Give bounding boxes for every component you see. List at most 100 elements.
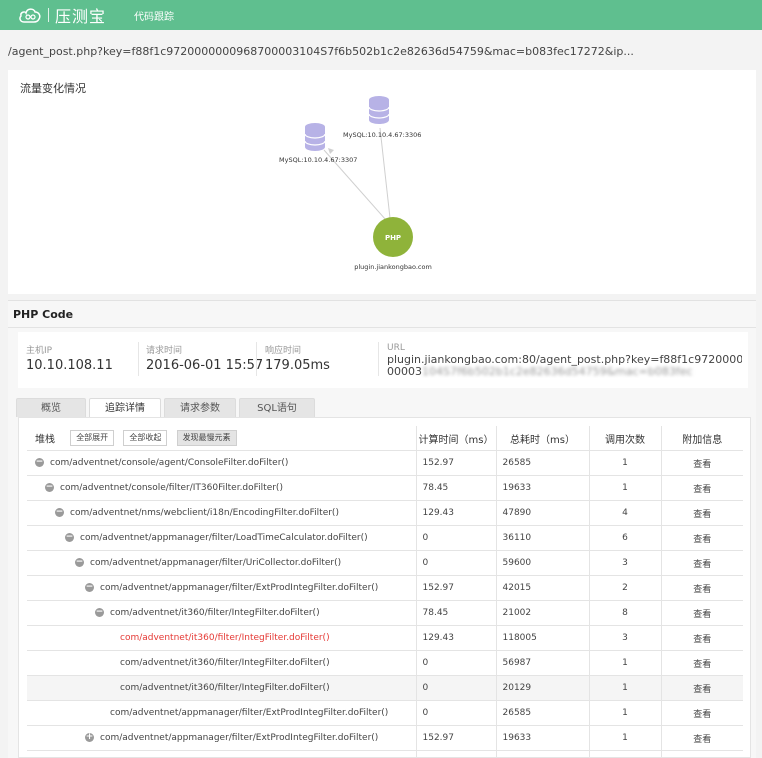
table-row[interactable]: +com/adventnet/appmanager/filter/ExtProd…	[27, 726, 743, 751]
call-count-cell: 3	[589, 626, 661, 651]
call-count-cell: 1	[589, 676, 661, 701]
url-label: URL	[387, 343, 405, 353]
database-icon[interactable]	[369, 96, 389, 124]
view-link[interactable]: 查看	[661, 601, 743, 626]
view-link[interactable]: 查看	[661, 626, 743, 651]
function-name: com/adventnet/nms/webclient/i18n/Encodin…	[70, 508, 339, 518]
view-link[interactable]: 查看	[661, 451, 743, 476]
divider	[378, 342, 379, 376]
view-link[interactable]: 查看	[661, 526, 743, 551]
calc-time-header[interactable]: 计算时间（ms）	[416, 426, 496, 451]
expand-all-button[interactable]: 全部展开	[70, 430, 114, 446]
stack-cell: com/adventnet/appmanager/filter/ExtProdI…	[27, 701, 416, 726]
table-row[interactable]: −com/adventnet/appmanager/filter/UriColl…	[27, 551, 743, 576]
function-name: com/adventnet/it360/filter/IntegFilter.d…	[120, 633, 330, 643]
function-name: com/adventnet/it360/filter/IntegFilter.d…	[110, 608, 320, 618]
call-count-cell: 8	[589, 601, 661, 626]
url-value: plugin.jiankongbao.com:80/agent_post.php…	[387, 354, 742, 378]
view-link[interactable]: 查看	[661, 551, 743, 576]
view-link[interactable]: 查看	[661, 726, 743, 751]
cloud-logo-icon	[18, 6, 42, 24]
collapse-icon[interactable]: −	[65, 533, 74, 542]
collapse-icon[interactable]: −	[35, 458, 44, 467]
view-link[interactable]: 查看	[661, 701, 743, 726]
function-name: com/adventnet/appmanager/filter/UriColle…	[90, 558, 341, 568]
stack-cell: −com/adventnet/it360/filter/IntegFilter.…	[27, 601, 416, 626]
stack-cell: com/adventnet/it360/filter/IntegFilter.d…	[27, 676, 416, 701]
function-name: com/adventnet/appmanager/filter/ExtProdI…	[110, 708, 388, 718]
flow-panel: 流量变化情况 MySQL:10.10.4.67:3306 MySQL:10.10…	[8, 70, 756, 294]
function-name: com/adventnet/console/filter/IT360Filter…	[60, 483, 283, 493]
logo-text: 压测宝	[55, 3, 106, 27]
table-row[interactable]: −com/adventnet/console/filter/IT360Filte…	[27, 476, 743, 501]
response-time-label: 响应时间	[265, 343, 301, 356]
total-time-cell: 56987	[496, 651, 589, 676]
tab-trace-detail[interactable]: 追踪详情	[89, 398, 161, 417]
collapse-icon[interactable]: −	[85, 583, 94, 592]
collapse-icon[interactable]: −	[55, 508, 64, 517]
call-count-header[interactable]: 调用次数	[589, 426, 661, 451]
call-count-cell: 1	[589, 701, 661, 726]
total-time-cell: 21002	[496, 601, 589, 626]
table-row[interactable]: −com/adventnet/nms/webclient/i18n/Encodi…	[27, 501, 743, 526]
call-count-cell: 3	[589, 551, 661, 576]
table-row[interactable]: com/adventnet/appmanager/filter/ExtProdI…	[27, 701, 743, 726]
call-count-cell: 1	[589, 451, 661, 476]
table-header-row: 堆栈 全部展开 全部收起 发现最慢元素 计算时间（ms） 总耗时（ms） 调用次…	[27, 426, 743, 451]
stack-cell: com/adventnet/it360/filter/IntegFilter.d…	[27, 651, 416, 676]
total-time-cell: 42015	[496, 576, 589, 601]
view-link[interactable]: 查看	[661, 676, 743, 701]
total-time-cell: 19633	[496, 726, 589, 751]
collapse-all-button[interactable]: 全部收起	[123, 430, 167, 446]
expand-icon[interactable]: +	[85, 733, 94, 742]
collapse-icon[interactable]: −	[95, 608, 104, 617]
find-slowest-button[interactable]: 发现最慢元素	[177, 430, 237, 446]
table-row[interactable]: −com/adventnet/it360/filter/IntegFilter.…	[27, 601, 743, 626]
table-row[interactable]: com/adventnet/it360/filter/IntegFilter.d…	[27, 651, 743, 676]
stack-header: 堆栈 全部展开 全部收起 发现最慢元素	[27, 426, 416, 451]
table-row[interactable]: com/adventnet/it360/filter/IntegFilter.d…	[27, 676, 743, 701]
call-count-cell: 2	[589, 576, 661, 601]
table-row[interactable]: −com/adventnet/console/agent/ConsoleFilt…	[27, 451, 743, 476]
stack-cell: −com/adventnet/appmanager/filter/ExtProd…	[27, 576, 416, 601]
url-line-prefix: 00003	[387, 365, 422, 378]
database-icon[interactable]	[305, 123, 325, 151]
view-link[interactable]: 查看	[661, 476, 743, 501]
stack-header-label: 堆栈	[35, 435, 55, 446]
table-row[interactable]: −com/adventnet/appmanager/filter/ExtProd…	[27, 576, 743, 601]
calc-time-cell: 152.97	[416, 576, 496, 601]
view-link[interactable]: 查看	[661, 651, 743, 676]
divider	[8, 327, 756, 328]
trace-table-box: 堆栈 全部展开 全部收起 发现最慢元素 计算时间（ms） 总耗时（ms） 调用次…	[18, 417, 751, 758]
host-ip-value: 10.10.108.11	[26, 358, 113, 373]
response-time-field: 响应时间 179.05ms	[265, 332, 375, 388]
view-link[interactable]: 查看	[661, 501, 743, 526]
calc-time-cell: 0	[416, 676, 496, 701]
tab-overview[interactable]: 概览	[16, 398, 86, 417]
call-count-cell: 4	[589, 501, 661, 526]
divider	[256, 342, 257, 376]
call-count-cell: 1	[589, 726, 661, 751]
request-time-label: 请求时间	[146, 343, 182, 356]
flow-edge	[380, 128, 390, 218]
tab-request-params[interactable]: 请求参数	[164, 398, 236, 417]
calc-time-cell: 0	[416, 551, 496, 576]
collapse-icon[interactable]: −	[75, 558, 84, 567]
total-time-header[interactable]: 总耗时（ms）	[496, 426, 589, 451]
divider	[138, 342, 139, 376]
extra-info-header: 附加信息	[661, 426, 743, 451]
flow-graph: MySQL:10.10.4.67:3306 MySQL:10.10.4.67:3…	[8, 70, 756, 294]
table-row[interactable]: −com/adventnet/appmanager/filter/LoadTim…	[27, 526, 743, 551]
request-info-box: 主机IP 10.10.108.11 请求时间 2016-06-01 15:57 …	[18, 332, 748, 388]
nav-code-trace[interactable]: 代码跟踪	[134, 8, 174, 23]
view-link[interactable]: 查看	[661, 576, 743, 601]
stack-cell: −com/adventnet/console/filter/IT360Filte…	[27, 476, 416, 501]
logo[interactable]: 压测宝	[18, 3, 106, 27]
calc-time-cell: 0	[416, 651, 496, 676]
function-name: com/adventnet/appmanager/filter/LoadTime…	[80, 533, 368, 543]
url-field: URL plugin.jiankongbao.com:80/agent_post…	[387, 332, 745, 388]
tab-sql[interactable]: SQL语句	[239, 398, 315, 417]
stack-cell: −com/adventnet/nms/webclient/i18n/Encodi…	[27, 501, 416, 526]
collapse-icon[interactable]: −	[45, 483, 54, 492]
table-row[interactable]: com/adventnet/it360/filter/IntegFilter.d…	[27, 626, 743, 651]
